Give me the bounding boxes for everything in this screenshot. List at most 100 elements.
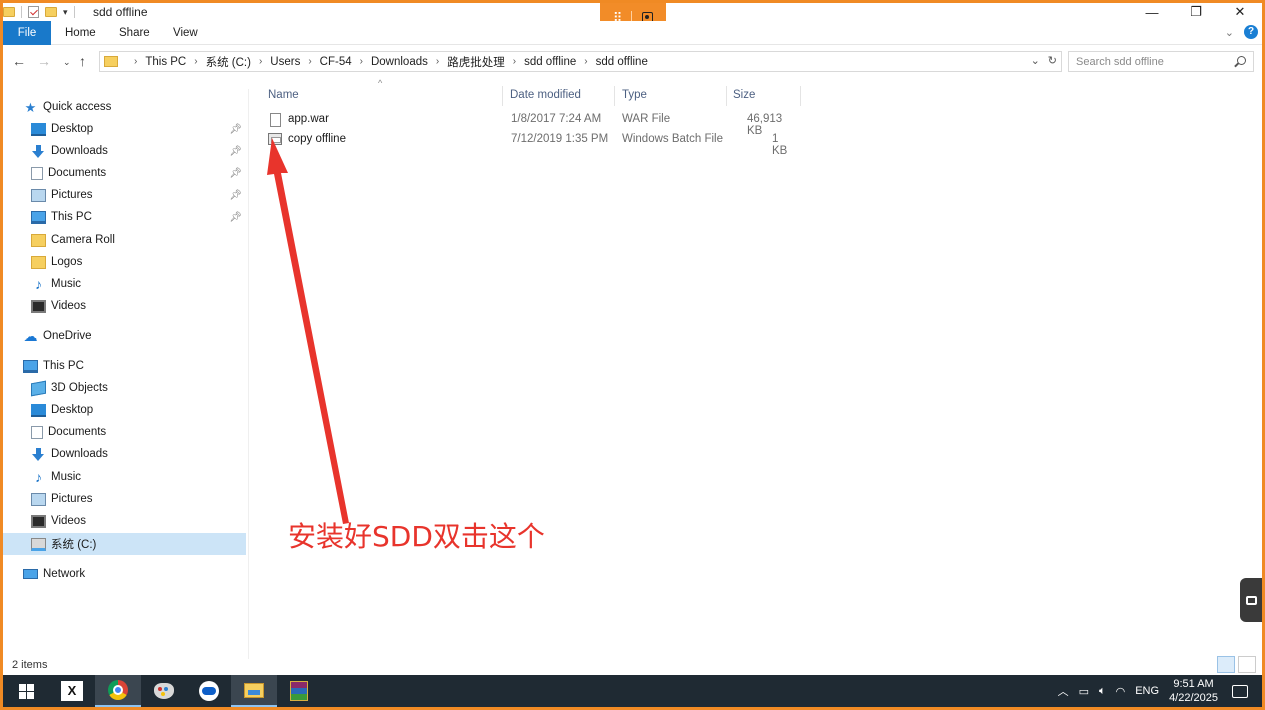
- sidebar-item-videos-quick[interactable]: Videos: [3, 295, 246, 317]
- details-view-icon[interactable]: [1217, 656, 1235, 673]
- pin-icon[interactable]: 📌︎: [229, 190, 242, 201]
- windows-start-button[interactable]: [3, 675, 49, 707]
- refresh-icon[interactable]: ↻: [1048, 54, 1057, 67]
- tab-file[interactable]: File: [3, 21, 51, 45]
- video-icon: [31, 514, 46, 528]
- forward-arrow-icon[interactable]: →: [37, 53, 51, 69]
- sidebar-item-documents[interactable]: Documents 📌︎: [3, 162, 246, 184]
- sidebar-item-network[interactable]: Network: [3, 563, 246, 585]
- sidebar-item-videos-pc[interactable]: Videos: [3, 510, 246, 532]
- breadcrumb-drive[interactable]: 系统 (C:): [206, 54, 251, 70]
- pin-icon[interactable]: 📌︎: [229, 124, 242, 135]
- column-divider[interactable]: [614, 86, 615, 106]
- recent-locations-icon[interactable]: ⌄: [63, 57, 71, 68]
- chevron-right-icon[interactable]: ›: [259, 56, 262, 67]
- volume-icon[interactable]: 🔈︎: [1099, 685, 1106, 698]
- star-icon: ★: [24, 99, 37, 115]
- tab-home[interactable]: Home: [65, 21, 96, 45]
- back-arrow-icon[interactable]: ←: [12, 53, 26, 69]
- notification-center-icon[interactable]: [1232, 684, 1248, 698]
- taskbar-app-x[interactable]: X: [49, 675, 95, 707]
- file-row-app-war[interactable]: app.war 1/8/2017 7:24 AM WAR File 46,913…: [266, 111, 796, 137]
- column-divider[interactable]: [502, 86, 503, 106]
- sidebar-item-this-pc[interactable]: This PC: [3, 355, 246, 377]
- new-folder-icon[interactable]: [45, 7, 57, 17]
- sidebar-item-desktop[interactable]: Desktop 📌︎: [3, 118, 246, 140]
- sidebar-item-documents-pc[interactable]: Documents: [3, 421, 246, 443]
- wifi-icon[interactable]: ◠: [1116, 685, 1126, 698]
- file-row-copy-offline[interactable]: copy offline 7/12/2019 1:35 PM Windows B…: [266, 131, 796, 157]
- large-icons-view-icon[interactable]: [1238, 656, 1256, 673]
- chevron-right-icon[interactable]: ›: [134, 56, 137, 67]
- column-divider[interactable]: [726, 86, 727, 106]
- breadcrumb-sdd-offline[interactable]: sdd offline: [524, 56, 576, 68]
- customize-toolbar-dropdown[interactable]: ▾: [63, 7, 68, 18]
- language-indicator[interactable]: ENG: [1135, 685, 1159, 697]
- search-input[interactable]: Search sdd offline: [1068, 51, 1254, 72]
- address-dropdown-icon[interactable]: ⌄: [1031, 54, 1040, 67]
- sidebar-item-label: This PC: [51, 211, 92, 223]
- breadcrumb-this-pc[interactable]: This PC: [145, 56, 186, 68]
- show-hidden-icons-icon[interactable]: ︿: [1058, 683, 1069, 699]
- expand-ribbon-icon[interactable]: ⌄: [1225, 26, 1234, 39]
- clock[interactable]: 9:51 AM 4/22/2025: [1169, 677, 1218, 705]
- sidebar-item-system-drive[interactable]: 系统 (C:): [3, 533, 246, 555]
- desktop-icon: [31, 122, 46, 136]
- chevron-right-icon[interactable]: ›: [360, 56, 363, 67]
- sidebar-item-desktop-pc[interactable]: Desktop: [3, 399, 246, 421]
- address-bar[interactable]: › This PC › 系统 (C:) › Users › CF-54 › Do…: [99, 51, 1062, 72]
- sidebar-item-3d-objects[interactable]: 3D Objects: [3, 377, 246, 399]
- sidebar-item-camera-roll[interactable]: Camera Roll: [3, 229, 246, 251]
- close-button[interactable]: ✕: [1218, 3, 1262, 21]
- up-arrow-icon[interactable]: ↑: [79, 53, 86, 69]
- chevron-right-icon[interactable]: ›: [308, 56, 311, 67]
- taskbar-app-teamviewer[interactable]: [186, 675, 232, 707]
- sidebar-item-music-pc[interactable]: ♪ Music: [3, 466, 246, 488]
- sidebar-item-music-quick[interactable]: ♪ Music: [3, 273, 246, 295]
- document-icon: [31, 425, 43, 439]
- tab-share[interactable]: Share: [119, 21, 150, 45]
- file-icon: [270, 113, 281, 127]
- sidebar-item-label: Documents: [48, 167, 107, 179]
- sidebar-item-downloads[interactable]: Downloads 📌︎: [3, 140, 246, 162]
- column-header-size[interactable]: Size: [733, 86, 755, 104]
- taskbar-app-winrar[interactable]: [276, 675, 322, 707]
- sidebar-item-onedrive[interactable]: ☁ OneDrive: [3, 325, 246, 347]
- properties-icon[interactable]: [28, 6, 39, 18]
- chevron-right-icon[interactable]: ›: [194, 56, 197, 67]
- sidebar-item-downloads-pc[interactable]: Downloads: [3, 443, 246, 465]
- tab-view[interactable]: View: [173, 21, 198, 45]
- chevron-right-icon[interactable]: ›: [513, 56, 516, 67]
- breadcrumb-batch-folder[interactable]: 路虎批处理: [447, 54, 505, 70]
- pin-icon[interactable]: 📌︎: [229, 168, 242, 179]
- column-header-date[interactable]: Date modified: [510, 86, 581, 104]
- pin-icon[interactable]: 📌︎: [229, 212, 242, 223]
- chevron-right-icon[interactable]: ›: [436, 56, 439, 67]
- breadcrumb-current[interactable]: sdd offline: [596, 56, 648, 68]
- winrar-icon: [290, 681, 308, 701]
- column-divider[interactable]: [800, 86, 801, 106]
- breadcrumb-downloads[interactable]: Downloads: [371, 56, 428, 68]
- search-icon[interactable]: [1237, 56, 1246, 65]
- status-bar: 2 items: [3, 655, 1262, 675]
- sidebar-item-logos[interactable]: Logos: [3, 251, 246, 273]
- sidebar-item-pictures[interactable]: Pictures 📌︎: [3, 184, 246, 206]
- taskbar-app-chrome[interactable]: [95, 675, 141, 707]
- breadcrumb-users[interactable]: Users: [270, 56, 300, 68]
- help-icon[interactable]: ?: [1244, 25, 1258, 39]
- taskbar-app-file-explorer[interactable]: [231, 675, 277, 707]
- column-header-type[interactable]: Type: [622, 86, 647, 104]
- remote-panel-handle[interactable]: [1240, 578, 1262, 622]
- battery-icon[interactable]: ▭: [1079, 685, 1089, 698]
- restore-button[interactable]: ❐: [1174, 3, 1218, 21]
- sidebar-item-this-pc-quick[interactable]: This PC 📌︎: [3, 206, 246, 228]
- sidebar-item-pictures-pc[interactable]: Pictures: [3, 488, 246, 510]
- column-header-name[interactable]: Name: [268, 86, 299, 104]
- chevron-right-icon[interactable]: ›: [584, 56, 587, 67]
- minimize-button[interactable]: —: [1130, 3, 1174, 21]
- breadcrumb-user[interactable]: CF-54: [320, 56, 352, 68]
- taskbar-app-paint[interactable]: [141, 675, 187, 707]
- pin-icon[interactable]: 📌︎: [229, 146, 242, 157]
- music-icon: ♪: [35, 275, 42, 292]
- sidebar-item-quick-access[interactable]: ★ Quick access: [3, 96, 246, 118]
